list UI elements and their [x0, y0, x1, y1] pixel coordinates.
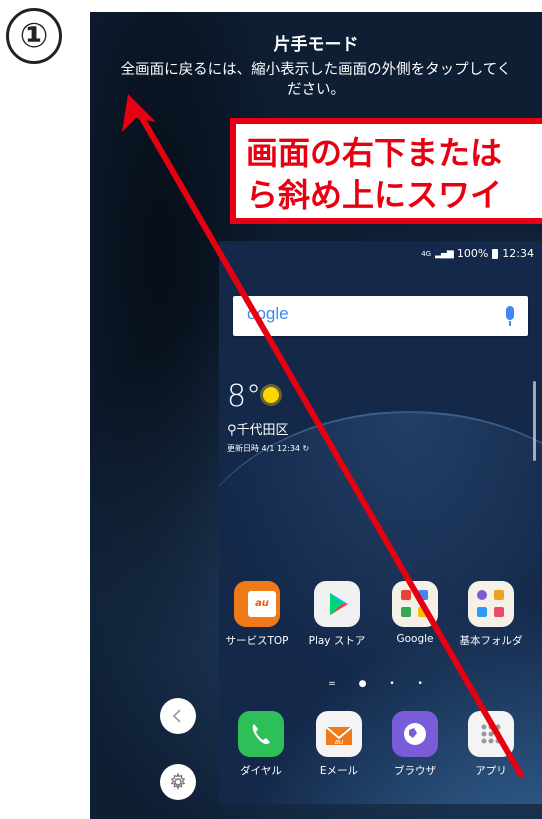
swipe-arrow-annotation [122, 94, 524, 778]
